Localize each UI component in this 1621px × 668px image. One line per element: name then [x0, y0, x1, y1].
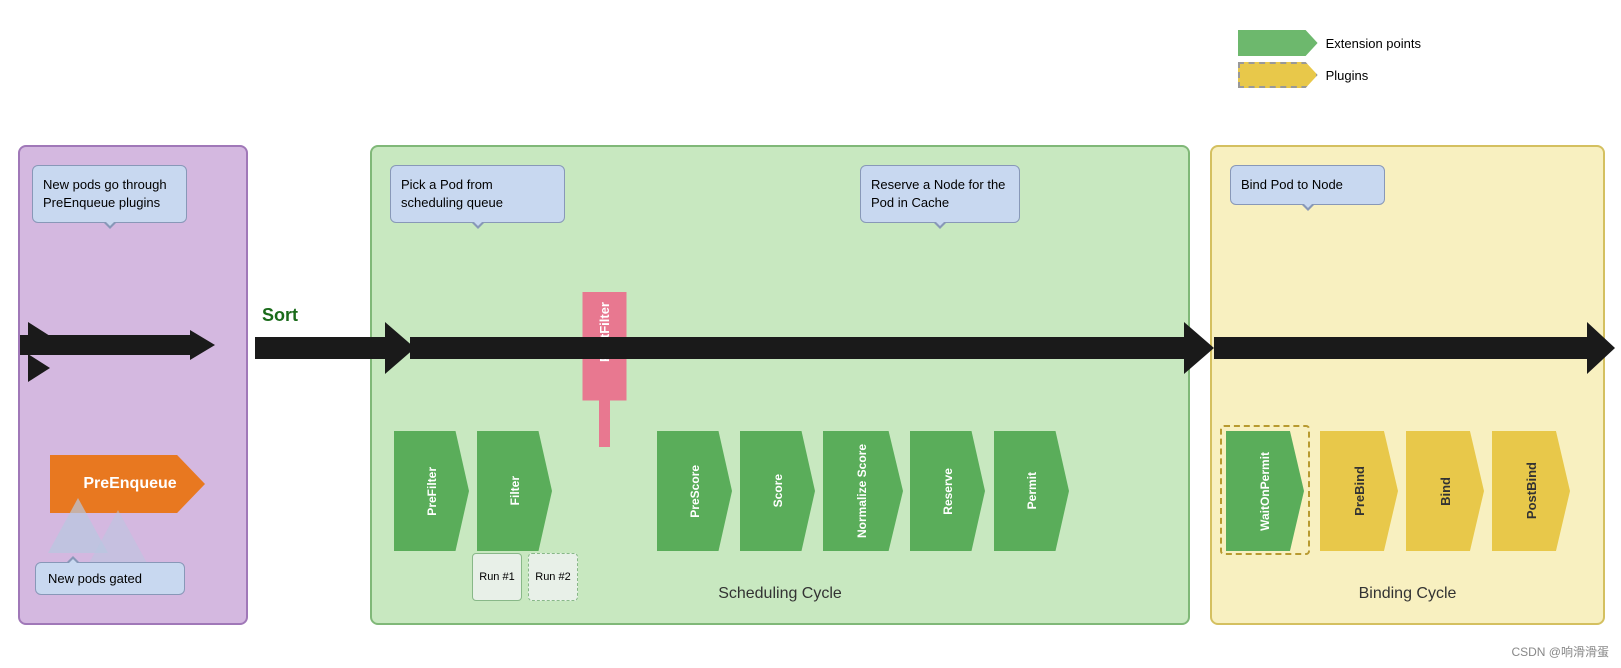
bind-pod-bubble: Bind Pod to Node [1230, 165, 1385, 205]
legend-plugins: Plugins [1238, 62, 1421, 88]
reserve-label: Reserve [941, 468, 955, 515]
run1-label: Run #1 [479, 571, 514, 583]
prescore-label: PreScore [688, 465, 702, 518]
reserve-arrow: Reserve [910, 431, 985, 551]
scheduling-main-arrow-body [410, 337, 1190, 359]
bind-label: Bind [1438, 477, 1453, 506]
score-arrow: Score [740, 431, 815, 551]
gated-triangle-2 [88, 510, 148, 565]
postbind-label: PostBind [1524, 462, 1539, 519]
preenqueue-label: PreEnqueue [78, 475, 176, 493]
filter-arrow: Filter [477, 431, 552, 551]
bind-pod-text: Bind Pod to Node [1241, 177, 1343, 192]
scheduling-main-arrow-head [1184, 322, 1214, 374]
prebind-label: PreBind [1352, 466, 1367, 516]
prebind-arrow: PreBind [1320, 431, 1398, 551]
run1-box: Run #1 [472, 553, 522, 601]
legend: Extension points Plugins [1238, 30, 1421, 88]
run2-label: Run #2 [535, 571, 570, 583]
preenqueue-main-arrow [20, 335, 195, 355]
reserve-node-bubble: Reserve a Node for the Pod in Cache [860, 165, 1020, 223]
run2-box: Run #2 [528, 553, 578, 601]
permit-label: Permit [1025, 472, 1039, 509]
binding-main-arrow-body [1214, 337, 1594, 359]
binding-cycle-label: Binding Cycle [1359, 585, 1457, 603]
sort-arrow-body [255, 337, 390, 359]
normalize-score-arrow: Normalize Score [823, 431, 903, 551]
new-pods-gated-text: New pods gated [48, 571, 142, 586]
bind-arrow: Bind [1406, 431, 1484, 551]
scheduling-cycle-label: Scheduling Cycle [718, 585, 842, 603]
binding-cycle-area: Bind Pod to Node WaitOnPermit PreBind Bi… [1210, 145, 1605, 625]
prescore-arrow: PreScore [657, 431, 732, 551]
normalize-score-label: Normalize Score [856, 444, 869, 538]
score-label: Score [771, 474, 785, 507]
sort-arrow-head [385, 322, 415, 374]
postfilter-arrow: PostFilter [577, 292, 632, 447]
sort-label: Sort [262, 305, 298, 326]
waitonpermit-label: WaitOnPermit [1258, 452, 1272, 531]
prefilter-arrow: PreFilter [394, 431, 469, 551]
pick-pod-bubble: Pick a Pod from scheduling queue [390, 165, 565, 223]
pick-pod-text: Pick a Pod from scheduling queue [401, 177, 503, 210]
legend-extension-label: Extension points [1326, 36, 1421, 51]
filter-label: Filter [508, 476, 522, 505]
diagram-container: Extension points Plugins New pods go thr… [0, 0, 1621, 668]
reserve-node-text: Reserve a Node for the Pod in Cache [871, 177, 1005, 210]
prefilter-label: PreFilter [425, 467, 439, 516]
preenqueue-arrow-head [190, 330, 215, 360]
preenqueue-area: New pods go through PreEnqueue plugins P… [18, 145, 248, 625]
preenqueue-speech-bubble: New pods go through PreEnqueue plugins [32, 165, 187, 223]
legend-plugins-label: Plugins [1326, 68, 1369, 83]
binding-main-arrow-head [1587, 322, 1615, 374]
legend-yellow-arrow [1238, 62, 1318, 88]
legend-green-arrow [1238, 30, 1318, 56]
postbind-arrow: PostBind [1492, 431, 1570, 551]
input-arrow-2 [28, 354, 50, 382]
watermark: CSDN @响滑滑蛋 [1511, 643, 1609, 660]
legend-extension-points: Extension points [1238, 30, 1421, 56]
new-pods-gated-bubble: New pods gated [35, 562, 185, 595]
preenqueue-description-text: New pods go through PreEnqueue plugins [43, 177, 167, 210]
permit-arrow: Permit [994, 431, 1069, 551]
scheduling-cycle-area: Pick a Pod from scheduling queue Reserve… [370, 145, 1190, 625]
waitonpermit-arrow: WaitOnPermit [1226, 431, 1304, 551]
